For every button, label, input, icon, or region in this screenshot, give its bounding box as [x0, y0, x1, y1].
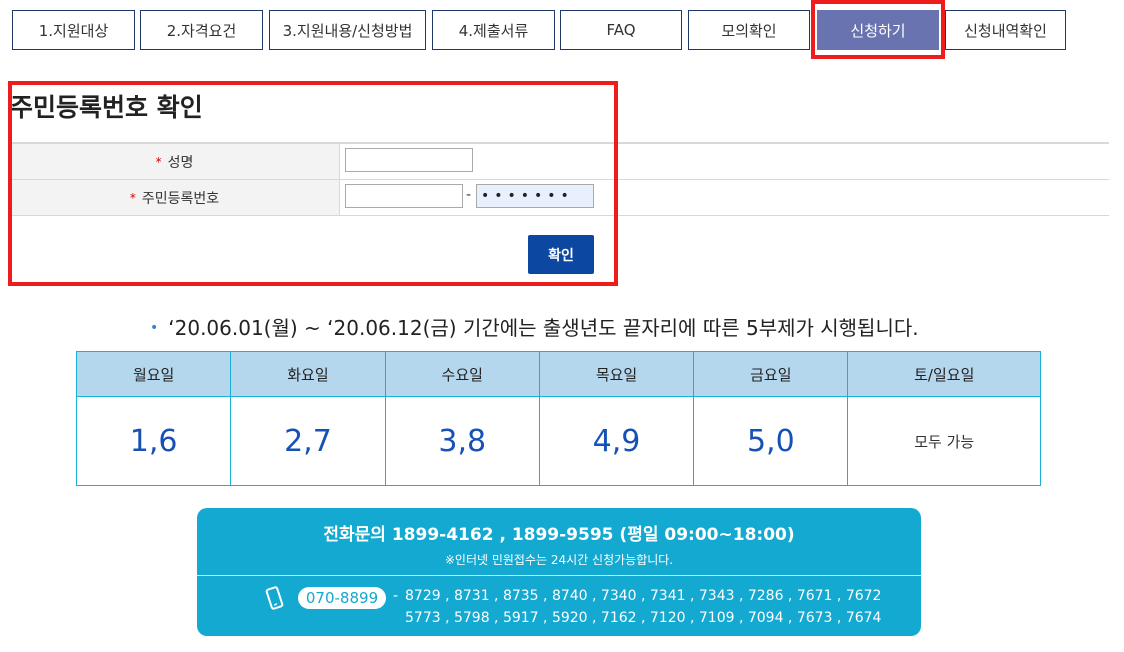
- apply-tab-highlight-box: [811, 0, 945, 59]
- rotation-schedule-table: 월요일 화요일 수요일 목요일 금요일 토/일요일 1,6 2,7 3,8 4,…: [75, 351, 1041, 486]
- contact-phone-line: 전화문의 1899-4162 , 1899-9595 (평일 09:00~18:…: [323, 525, 795, 545]
- notice-bullet: •: [150, 320, 159, 336]
- header-thursday: 목요일: [538, 351, 695, 397]
- schedule-header-row: 월요일 화요일 수요일 목요일 금요일 토/일요일: [75, 351, 1041, 397]
- five-day-rotation-notice: • ‘20.06.01(월) ~ ‘20.06.12(금) 기간에는 출생년도 끝…: [150, 312, 919, 341]
- header-wednesday: 수요일: [384, 351, 540, 397]
- extensions-line-2: 5773 , 5798 , 5917 , 5920 , 7162 , 7120 …: [405, 610, 882, 626]
- extensions-line-1: 8729 , 8731 , 8735 , 8740 , 7340 , 7341 …: [405, 588, 882, 604]
- value-wednesday: 3,8: [384, 396, 540, 486]
- schedule-value-row: 1,6 2,7 3,8 4,9 5,0 모두 가능: [75, 396, 1041, 486]
- header-tuesday: 화요일: [230, 351, 386, 397]
- tab-faq[interactable]: FAQ: [560, 10, 682, 50]
- contact-divider: [197, 575, 921, 576]
- value-weekend: 모두 가능: [847, 396, 1041, 486]
- value-monday: 1,6: [75, 396, 232, 486]
- tab-qualification[interactable]: 2.자격요건: [140, 10, 263, 50]
- tab-documents[interactable]: 4.제출서류: [432, 10, 555, 50]
- value-thursday: 4,9: [538, 396, 695, 486]
- header-friday: 금요일: [693, 351, 849, 397]
- tab-application-history[interactable]: 신청내역확인: [945, 10, 1066, 50]
- tab-mock-check[interactable]: 모의확인: [688, 10, 810, 50]
- tab-eligibility-target[interactable]: 1.지원대상: [12, 10, 135, 50]
- value-tuesday: 2,7: [230, 396, 386, 486]
- header-monday: 월요일: [75, 351, 232, 397]
- contact-info-box: 전화문의 1899-4162 , 1899-9595 (평일 09:00~18:…: [197, 508, 921, 636]
- contact-online-note: ※인터넷 민원접수는 24시간 신청가능합니다.: [444, 553, 674, 567]
- contact-main-number: 070-8899: [298, 587, 386, 609]
- tab-support-application-method[interactable]: 3.지원내용/신청방법: [269, 10, 426, 50]
- notice-text: ‘20.06.01(월) ~ ‘20.06.12(금) 기간에는 출생년도 끝자…: [168, 316, 919, 340]
- header-weekend: 토/일요일: [847, 351, 1041, 397]
- form-highlight-box: [8, 81, 618, 286]
- value-friday: 5,0: [693, 396, 849, 486]
- mobile-phone-icon: [265, 586, 284, 610]
- extension-separator: -: [393, 588, 399, 604]
